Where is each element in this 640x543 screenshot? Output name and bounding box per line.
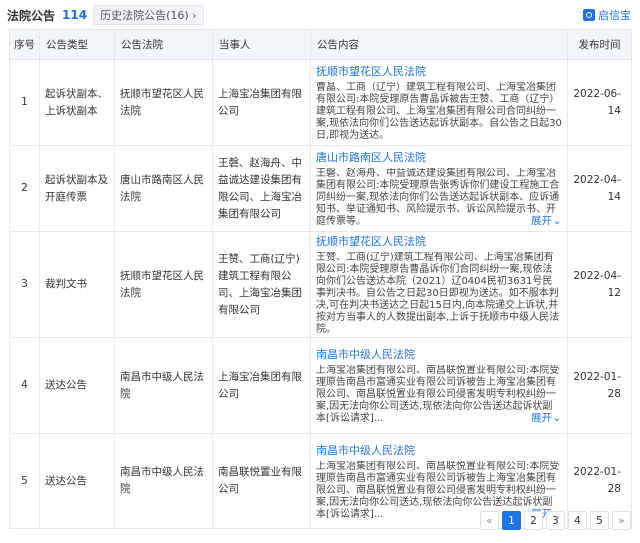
publish-date: 2022-04-14	[567, 145, 632, 232]
page-button-4[interactable]: 4	[568, 511, 587, 530]
column-header-court: 公告法院	[114, 29, 213, 60]
content-court-link[interactable]: 抚顺市望花区人民法院	[316, 233, 562, 250]
publish-date: 2022-01-28	[567, 337, 632, 434]
row-index: 5	[9, 433, 40, 529]
notice-content: 南昌市中级人民法院 上海宝冶集团有限公司、南昌联悦置业有限公司:本院受理原告南昌…	[310, 337, 568, 434]
summary-text: 曹晶、工商（辽宁）建筑工程有限公司、上海宝冶集团有限公司:本院受理原告曹晶诉被告…	[316, 82, 562, 141]
chevron-down-icon: ⌄	[552, 215, 562, 227]
notice-type: 裁判文书	[39, 231, 115, 338]
column-header-parties: 当事人	[212, 29, 311, 60]
row-index: 2	[9, 145, 40, 232]
next-page-button[interactable]: »	[612, 511, 631, 530]
notice-type: 起诉状副本、上诉状副本	[39, 59, 115, 146]
notice-type: 送达公告	[39, 337, 115, 434]
notice-parties: 王赞、工商(辽宁)建筑工程有限公司、上海宝冶集团有限公司	[212, 231, 311, 338]
column-header-type: 公告类型	[39, 29, 115, 60]
section-header: 法院公告 114 历史法院公告(16) › 启信宝	[0, 0, 640, 30]
notice-parties: 王磐、赵海舟、中益诚达建设集团有限公司、上海宝冶集团有限公司	[212, 145, 311, 232]
notice-court: 南昌市中级人民法院	[114, 433, 213, 529]
page-button-2[interactable]: 2	[524, 511, 543, 530]
notice-court: 抚顺市望花区人民法院	[114, 59, 213, 146]
table-row: 4 送达公告 南昌市中级人民法院 上海宝冶集团有限公司 南昌市中级人民法院 上海…	[9, 337, 632, 434]
content-court-link[interactable]: 唐山市路南区人民法院	[316, 149, 562, 166]
expand-button[interactable]: 展开⌄	[517, 215, 562, 228]
content-summary: 上海宝冶集团有限公司、南昌联悦置业有限公司:本院受理原告南昌市富通实业有限公司诉…	[316, 365, 562, 425]
table-row: 2 起诉状副本及开庭传票 唐山市路南区人民法院 王磐、赵海舟、中益诚达建设集团有…	[9, 145, 632, 232]
pagination: « 1 2 3 4 5 »	[480, 511, 631, 530]
page-button-1[interactable]: 1	[502, 511, 521, 530]
history-court-notices-link[interactable]: 历史法院公告(16) ›	[93, 5, 204, 25]
publish-date: 2022-06-14	[567, 59, 632, 146]
record-count: 114	[62, 8, 88, 22]
row-index: 1	[9, 59, 40, 146]
content-court-link[interactable]: 南昌市中级人民法院	[316, 346, 562, 363]
column-header-date: 发布时间	[567, 29, 632, 60]
expand-label: 展开	[531, 412, 552, 424]
table-row: 1 起诉状副本、上诉状副本 抚顺市望花区人民法院 上海宝冶集团有限公司 抚顺市望…	[9, 59, 632, 146]
content-summary: 王赞、工商(辽宁)建筑工程有限公司、上海宝冶集团有限公司:本院受理原告曹晶诉你们…	[316, 252, 562, 336]
chevron-right-icon: ›	[192, 9, 197, 22]
section-title: 法院公告	[7, 8, 56, 23]
notice-content: 抚顺市望花区人民法院 曹晶、工商（辽宁）建筑工程有限公司、上海宝冶集团有限公司:…	[310, 59, 568, 146]
content-court-link[interactable]: 抚顺市望花区人民法院	[316, 63, 562, 80]
content-summary: 王磐、赵海舟、中益诚达建设集团有限公司、上海宝冶集团有限公司:本院受理原告张秀诉…	[316, 168, 562, 228]
notice-content: 抚顺市望花区人民法院 王赞、工商(辽宁)建筑工程有限公司、上海宝冶集团有限公司:…	[310, 231, 568, 338]
notice-type: 送达公告	[39, 433, 115, 529]
brand-logo: 启信宝	[583, 7, 631, 23]
notice-type: 起诉状副本及开庭传票	[39, 145, 115, 232]
notice-parties: 上海宝冶集团有限公司	[212, 337, 311, 434]
notice-parties: 上海宝冶集团有限公司	[212, 59, 311, 146]
table-row: 3 裁判文书 抚顺市望花区人民法院 王赞、工商(辽宁)建筑工程有限公司、上海宝冶…	[9, 231, 632, 338]
notice-court: 抚顺市望花区人民法院	[114, 231, 213, 338]
court-notice-table: 序号 公告类型 公告法院 当事人 公告内容 发布时间 1 起诉状副本、上诉状副本…	[9, 29, 632, 529]
notice-court: 唐山市路南区人民法院	[114, 145, 213, 232]
page-button-5[interactable]: 5	[590, 511, 609, 530]
table-header-row: 序号 公告类型 公告法院 当事人 公告内容 发布时间	[9, 29, 632, 60]
page-button-3[interactable]: 3	[546, 511, 565, 530]
publish-date: 2022-04-12	[567, 231, 632, 338]
row-index: 3	[9, 231, 40, 338]
column-header-content: 公告内容	[310, 29, 568, 60]
column-header-index: 序号	[9, 29, 40, 60]
qixinbao-logo-icon	[583, 9, 595, 21]
expand-label: 展开	[531, 215, 552, 227]
prev-page-button[interactable]: «	[480, 511, 499, 530]
notice-court: 南昌市中级人民法院	[114, 337, 213, 434]
content-summary: 曹晶、工商（辽宁）建筑工程有限公司、上海宝冶集团有限公司:本院受理原告曹晶诉被告…	[316, 82, 562, 142]
brand-name: 启信宝	[598, 9, 631, 22]
row-index: 4	[9, 337, 40, 434]
history-label: 历史法院公告(16)	[100, 9, 189, 22]
expand-button[interactable]: 展开⌄	[517, 412, 562, 425]
chevron-down-icon: ⌄	[552, 412, 562, 424]
summary-text: 王赞、工商(辽宁)建筑工程有限公司、上海宝冶集团有限公司:本院受理原告曹晶诉你们…	[316, 252, 560, 335]
notice-parties: 南昌联悦置业有限公司	[212, 433, 311, 529]
notice-content: 唐山市路南区人民法院 王磐、赵海舟、中益诚达建设集团有限公司、上海宝冶集团有限公…	[310, 145, 568, 232]
content-court-link[interactable]: 南昌市中级人民法院	[316, 442, 562, 459]
